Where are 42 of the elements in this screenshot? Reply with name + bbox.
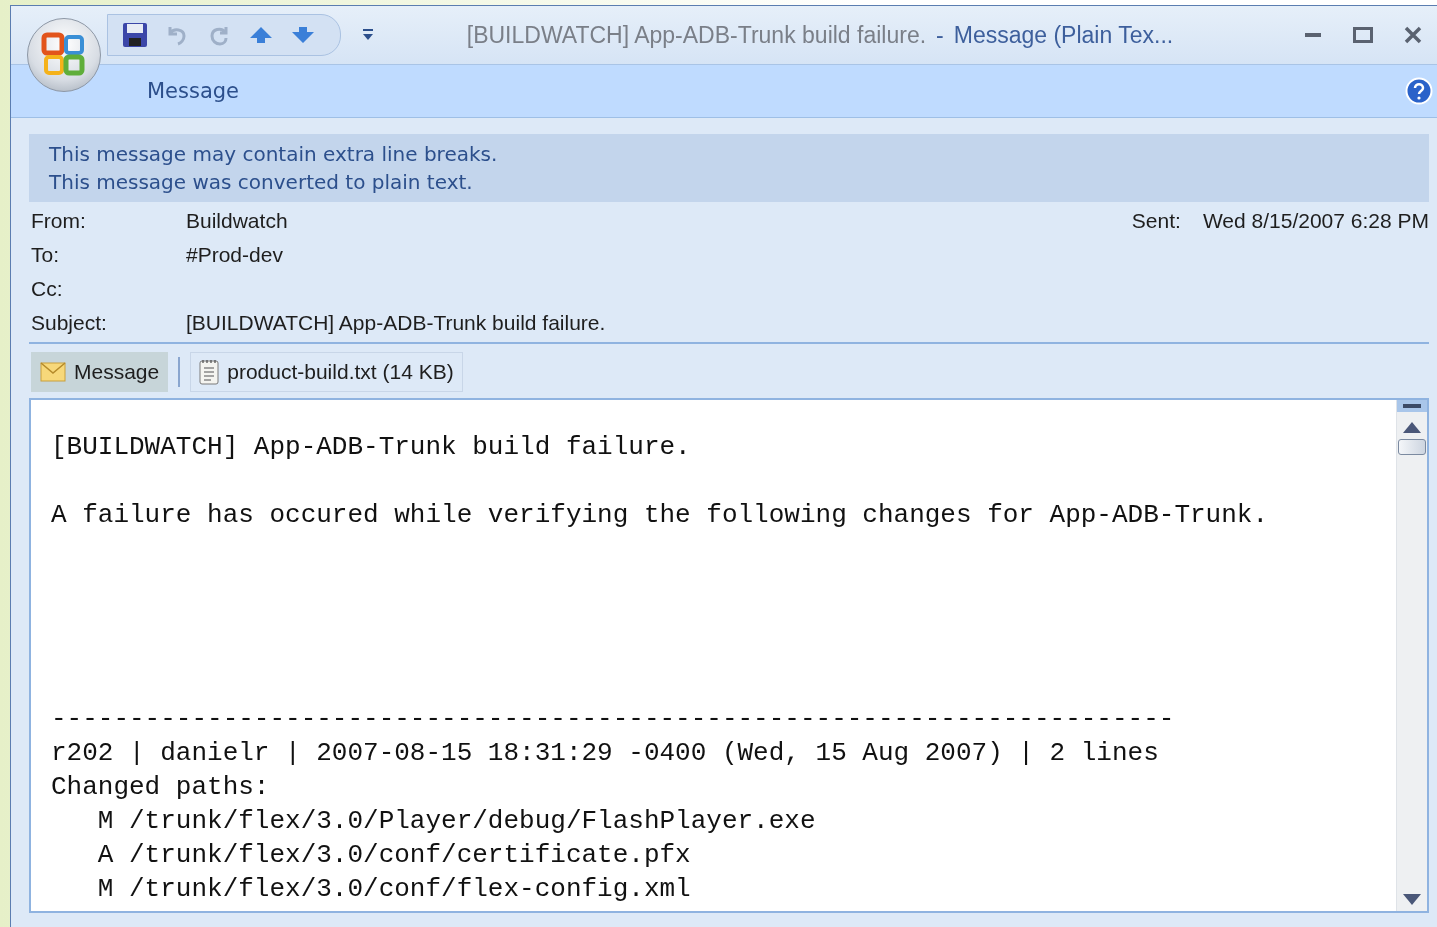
body-text: A failure has occured while verifying the following changes for App-ADB-Trunk. bbox=[51, 499, 1268, 532]
message-tab[interactable]: Message bbox=[31, 352, 169, 392]
title-separator: - bbox=[936, 21, 944, 49]
separator-text: ------------------------------------------------------------------------ bbox=[51, 703, 1175, 736]
dropdown-icon bbox=[362, 28, 374, 42]
body-text: r202 | danielr | 2007-08-15 18:31:29 -0400 (Wed, 15 Aug 2007) | 2 lines bbox=[51, 737, 1159, 770]
body-text: [BUILDWATCH] App-ADB-Trunk build failure. bbox=[51, 431, 691, 464]
scroll-down-icon[interactable] bbox=[1403, 894, 1421, 905]
field-label: To: bbox=[31, 242, 59, 268]
notepad-icon bbox=[199, 359, 220, 385]
scrollbar[interactable] bbox=[1396, 400, 1427, 911]
body-text: M /trunk/flex/3.0/Player/debug/FlashPlayer.exe bbox=[96, 805, 816, 838]
down-arrow-icon bbox=[290, 25, 316, 45]
attachment-tab[interactable]: product-build.txt (14 KB) bbox=[190, 352, 463, 392]
application-title: Message (Plain Tex... bbox=[953, 21, 1174, 49]
ribbon-tab[interactable]: Message bbox=[135, 75, 252, 107]
close-icon bbox=[1404, 26, 1422, 44]
field-label: From: bbox=[31, 208, 86, 234]
field-label: Subject: bbox=[31, 310, 107, 336]
body-text: A /trunk/flex/3.0/conf/certificate.pfx bbox=[96, 839, 691, 872]
field-value: [BUILDWATCH] App-ADB-Trunk build failure. bbox=[186, 310, 606, 336]
field-value: Buildwatch bbox=[186, 208, 288, 234]
body-text: M /trunk/flex/3.0/conf/flex-config.xml bbox=[96, 873, 691, 906]
office-logo-icon bbox=[40, 31, 88, 79]
minimize-icon bbox=[1304, 32, 1322, 38]
field-value: #Prod-dev bbox=[186, 242, 283, 268]
info-text: This message was converted to plain text. bbox=[49, 169, 473, 196]
maximize-icon bbox=[1353, 27, 1373, 43]
save-button[interactable] bbox=[120, 20, 150, 50]
scroll-up-icon[interactable] bbox=[1403, 422, 1421, 433]
split-bar-icon bbox=[1403, 404, 1421, 408]
field-value: Wed 8/15/2007 6:28 PM bbox=[1202, 208, 1429, 234]
body-text: Changed paths: bbox=[51, 771, 270, 804]
info-text: This message may contain extra line breaks. bbox=[49, 141, 498, 168]
envelope-icon bbox=[40, 362, 66, 382]
up-arrow-icon bbox=[248, 25, 274, 45]
help-icon[interactable] bbox=[1405, 77, 1433, 105]
window-title: [BUILDWATCH] App-ADB-Trunk build failure. bbox=[466, 21, 927, 49]
scroll-thumb[interactable] bbox=[1398, 439, 1426, 455]
field-label: Cc: bbox=[31, 276, 63, 302]
field-label: Sent: bbox=[1131, 208, 1181, 234]
split-handle[interactable] bbox=[1397, 400, 1427, 412]
